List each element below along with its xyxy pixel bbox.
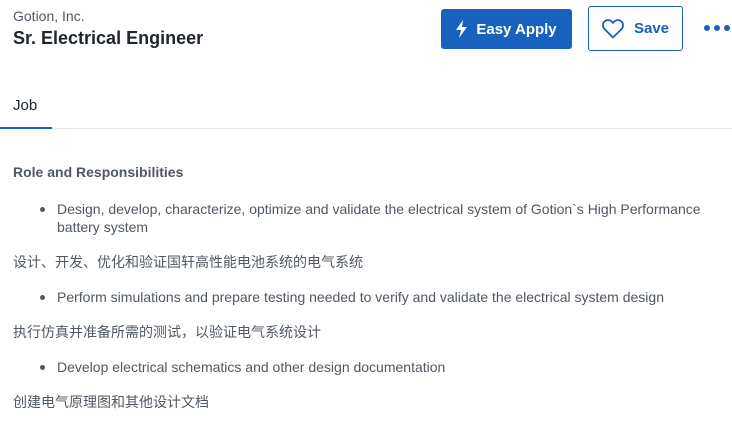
section-heading: Role and Responsibilities — [13, 164, 184, 180]
list-item: Perform simulations and prepare testing … — [40, 288, 728, 306]
save-button[interactable]: Save — [588, 6, 683, 51]
tab-job[interactable]: Job — [0, 86, 52, 129]
more-horizontal-icon — [704, 25, 710, 31]
save-label: Save — [633, 20, 670, 37]
lightning-icon — [456, 20, 468, 38]
list-item: Design, develop, characterize, optimize … — [40, 200, 728, 236]
translation-text: 设计、开发、优化和验证国轩高性能电池系统的电气系统 — [13, 254, 363, 270]
easy-apply-button[interactable]: Easy Apply — [441, 9, 572, 49]
responsibility-list: Develop electrical schematics and other … — [40, 358, 728, 376]
translation-text: 创建电气原理图和其他设计文档 — [13, 394, 209, 410]
job-description: Role and Responsibilities Design, develo… — [13, 161, 728, 411]
responsibility-list: Perform simulations and prepare testing … — [40, 288, 728, 306]
more-dot — [724, 25, 730, 31]
company-name[interactable]: Gotion, Inc. — [13, 8, 85, 24]
responsibility-list: Design, develop, characterize, optimize … — [40, 200, 728, 236]
more-options-button[interactable] — [704, 18, 732, 38]
easy-apply-label: Easy Apply — [476, 20, 557, 38]
job-title: Sr. Electrical Engineer — [13, 28, 204, 48]
list-item: Develop electrical schematics and other … — [40, 358, 728, 376]
translation-text: 执行仿真并准备所需的测试，以验证电气系统设计 — [13, 324, 321, 340]
heart-outline-icon — [602, 18, 624, 39]
more-dot — [714, 25, 720, 31]
tab-bar: Job — [0, 86, 732, 129]
